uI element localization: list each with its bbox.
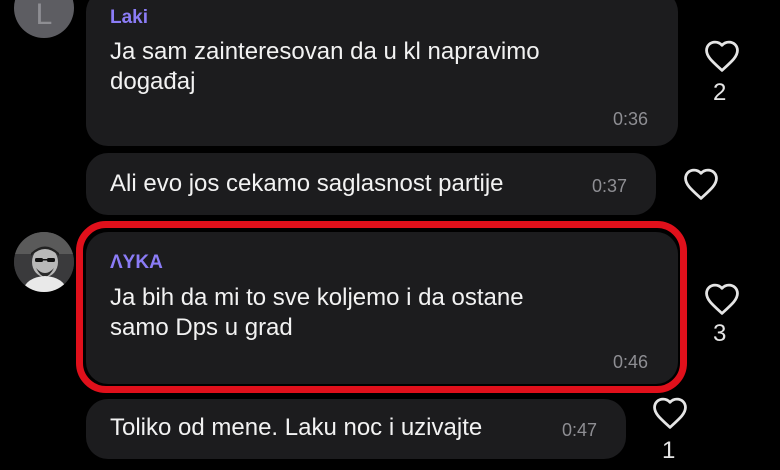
sender-name[interactable]: ΛYKA (110, 252, 163, 274)
avatar-photo[interactable] (14, 232, 74, 292)
chat-screen: L Laki Ja sam zainteresovan da u kl napr… (0, 0, 780, 470)
heart-icon[interactable] (703, 282, 741, 316)
message-text: Ja bih da mi to sve koljemo i da ostane … (110, 284, 524, 341)
heart-icon[interactable] (651, 396, 689, 430)
avatar-laki[interactable]: L (14, 0, 74, 38)
like-count: 1 (662, 437, 676, 464)
message-time: 0:37 (592, 176, 628, 196)
message-time: 0:36 (613, 109, 649, 129)
message-text: Ali evo jos cekamo saglasnost partije (110, 170, 504, 197)
message-time: 0:46 (613, 352, 649, 372)
like-count: 2 (713, 79, 727, 106)
heart-icon[interactable] (703, 39, 741, 73)
message-text: Toliko od mene. Laku noc i uzivajte (110, 414, 483, 441)
like-count: 3 (713, 320, 727, 347)
message-time: 0:47 (562, 420, 598, 440)
avatar-letter: L (35, 0, 53, 31)
sender-name[interactable]: Laki (110, 7, 148, 29)
user-photo-icon (14, 232, 74, 292)
heart-icon[interactable] (682, 167, 720, 201)
message-text: Ja sam zainteresovan da u kl napravimo d… (110, 38, 540, 95)
